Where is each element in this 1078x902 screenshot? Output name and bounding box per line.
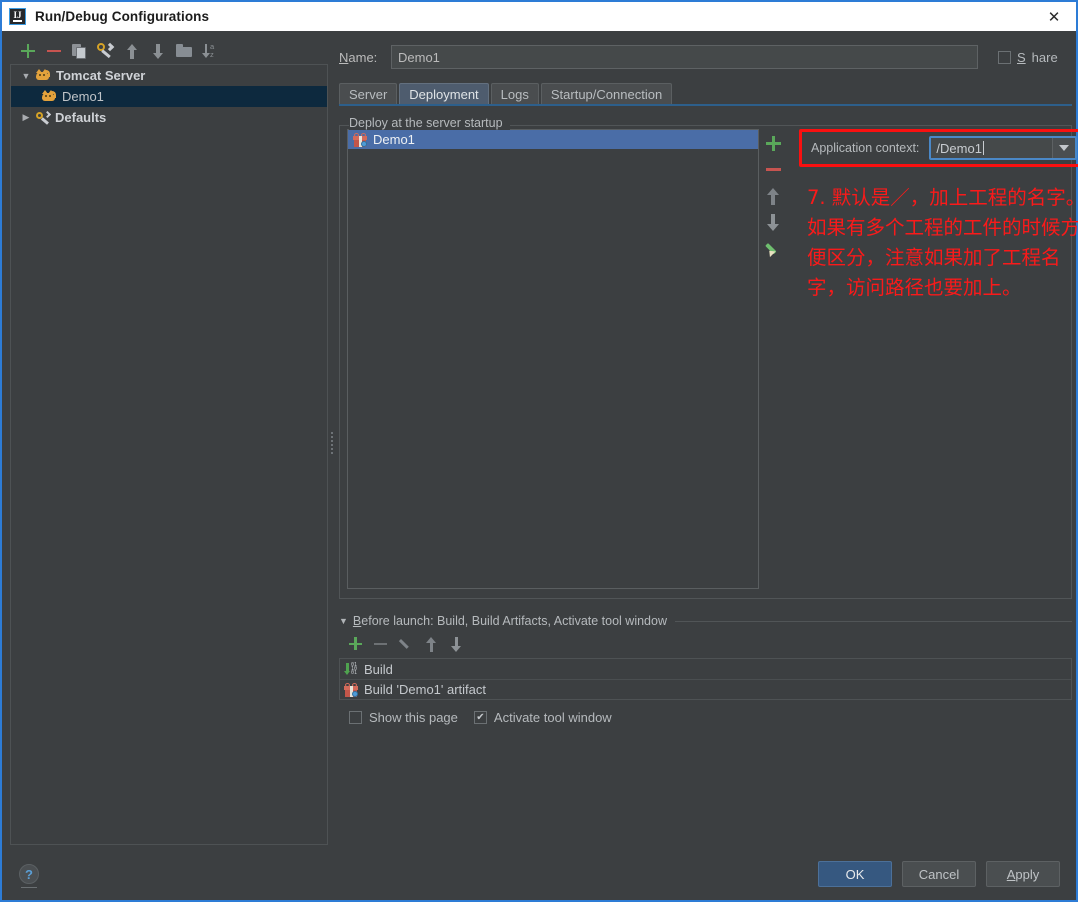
chevron-down-icon[interactable]: ▼: [339, 616, 348, 626]
before-launch-section: ▼ Before launch: Build, Build Artifacts,…: [339, 613, 1072, 725]
deploy-group-title: Deploy at the server startup: [349, 116, 510, 130]
add-artifact-button[interactable]: [762, 131, 784, 157]
list-item[interactable]: Demo1: [348, 130, 758, 149]
annotation-text: 7. 默认是／，加上工程的名字。如果有多个工程的工件的时候方便区分，注意如果加了…: [807, 186, 1078, 299]
show-this-page-checkbox[interactable]: [349, 711, 362, 724]
configurations-tree[interactable]: ▼ Tomcat Server Demo1 ▶ Defaults: [10, 64, 328, 845]
deploy-inner: Demo1 Application context: /Demo1 7. 默认是…: [347, 129, 1078, 589]
chevron-right-icon[interactable]: ▶: [17, 112, 35, 123]
name-input[interactable]: [391, 45, 978, 69]
deployment-artifacts-list[interactable]: Demo1: [347, 129, 759, 589]
remove-artifact-button[interactable]: [762, 157, 784, 183]
gear-wrench-icon: [35, 110, 52, 125]
pane-splitter[interactable]: [328, 38, 337, 847]
move-task-up-button[interactable]: [420, 633, 445, 655]
artifact-icon: [353, 132, 368, 147]
copy-configuration-button[interactable]: [68, 40, 92, 62]
application-context-highlight-box: Application context: /Demo1: [799, 129, 1078, 167]
tab-server[interactable]: Server: [339, 83, 398, 104]
artifact-icon: [344, 682, 359, 697]
remove-configuration-button[interactable]: [42, 40, 66, 62]
close-icon[interactable]: ✕: [1032, 2, 1076, 31]
before-launch-header[interactable]: ▼ Before launch: Build, Build Artifacts,…: [339, 613, 1072, 629]
tab-startup-connection[interactable]: Startup/Connection: [540, 83, 673, 104]
apply-button-label: Apply: [1006, 866, 1040, 882]
name-label-mnemonic: N: [339, 49, 349, 65]
tab-underline: [339, 104, 1072, 106]
add-task-button[interactable]: [345, 633, 370, 655]
text-caret: [982, 141, 984, 155]
remove-task-button[interactable]: [370, 633, 395, 655]
pencil-icon: [765, 241, 781, 258]
list-item[interactable]: Build 'Demo1' artifact: [340, 679, 1071, 699]
tomcat-cat-icon: [41, 89, 57, 104]
name-label: Name:: [339, 50, 391, 65]
chevron-down-icon[interactable]: [1052, 138, 1076, 158]
dialog-buttons: OK Cancel Apply: [818, 861, 1060, 887]
run-debug-configurations-dialog: IJ Run/Debug Configurations ✕ a z ▼ Tomc…: [0, 0, 1078, 902]
share-label: Share: [1017, 49, 1058, 65]
help-underline: [21, 887, 37, 888]
cancel-button[interactable]: Cancel: [902, 861, 976, 887]
editor-tabs[interactable]: Server Deployment Logs Startup/Connectio…: [339, 82, 1072, 104]
move-artifact-down-button[interactable]: [762, 209, 784, 235]
application-context-combo[interactable]: /Demo1: [929, 136, 1078, 160]
window-title: Run/Debug Configurations: [35, 9, 210, 24]
intellij-idea-icon: IJ: [9, 8, 26, 25]
edit-artifact-button[interactable]: [762, 235, 784, 261]
application-context-label: Application context:: [811, 141, 920, 155]
tree-node-label: Demo1: [62, 89, 104, 104]
chevron-down-icon[interactable]: ▼: [17, 71, 35, 81]
folder-icon[interactable]: [172, 40, 196, 62]
separator-line: [675, 620, 1072, 622]
before-launch-task-list[interactable]: 01 10 01 Build Build 'Demo1' artifact: [339, 658, 1072, 700]
tree-node-demo1[interactable]: Demo1: [11, 86, 327, 107]
show-this-page-label: Show this page: [369, 710, 458, 725]
splitter-grip: [330, 430, 335, 456]
tree-node-tomcat-server[interactable]: ▼ Tomcat Server: [11, 65, 327, 86]
list-item-label: Demo1: [373, 132, 415, 147]
ok-button-label: OK: [845, 866, 865, 882]
move-down-button[interactable]: [146, 40, 170, 62]
cancel-button-label: Cancel: [918, 866, 960, 882]
share-checkbox[interactable]: [998, 50, 1011, 64]
before-launch-options: Show this page Activate tool window: [339, 710, 1072, 725]
activate-tool-window-checkbox[interactable]: [473, 711, 487, 724]
name-label-rest: ame:: [348, 49, 378, 65]
deployment-group: Deploy at the server startup Demo1 Appli…: [339, 116, 1078, 599]
move-task-down-button[interactable]: [445, 633, 470, 655]
share-checkbox-group[interactable]: Share: [992, 50, 1072, 65]
help-button[interactable]: ?: [19, 864, 39, 884]
add-configuration-button[interactable]: [16, 40, 40, 62]
tab-logs[interactable]: Logs: [490, 83, 539, 104]
tree-node-label: Defaults: [55, 110, 107, 125]
list-item-label: Build 'Demo1' artifact: [364, 682, 487, 697]
list-item[interactable]: 01 10 01 Build: [340, 659, 1071, 679]
before-launch-toolbar: [339, 632, 1072, 656]
pencil-icon: [398, 637, 413, 651]
configuration-editor-pane: Name: Share Server Deployment Logs Start…: [339, 38, 1078, 847]
application-context-area: Application context: /Demo1 7. 默认是／，加上工程…: [787, 129, 1078, 589]
deployment-list-toolbar: [759, 129, 787, 589]
apply-button[interactable]: Apply: [986, 861, 1060, 887]
configurations-pane: az ▼ Tomcat Server Demo1 ▶ Defaults: [10, 38, 328, 847]
title-bar: IJ Run/Debug Configurations ✕: [2, 2, 1076, 31]
application-context-value[interactable]: /Demo1: [931, 141, 982, 156]
sort-az-icon[interactable]: az: [198, 40, 222, 62]
tree-node-label: Tomcat Server: [56, 68, 146, 83]
build-icon: 01 10 01: [344, 662, 359, 676]
list-item-label: Build: [364, 661, 393, 677]
ok-button[interactable]: OK: [818, 861, 892, 887]
configurations-toolbar: az: [10, 38, 328, 64]
tree-node-defaults[interactable]: ▶ Defaults: [11, 107, 327, 128]
wrench-icon[interactable]: [94, 40, 118, 62]
before-launch-title: Before launch: Build, Build Artifacts, A…: [352, 614, 667, 628]
activate-tool-window-label: Activate tool window: [493, 710, 612, 725]
move-artifact-up-button[interactable]: [762, 183, 784, 209]
name-row: Name: Share: [339, 44, 1072, 70]
tab-deployment[interactable]: Deployment: [399, 83, 489, 104]
tomcat-cat-icon: [35, 68, 51, 83]
edit-task-button[interactable]: [395, 633, 420, 655]
move-up-button[interactable]: [120, 40, 144, 62]
